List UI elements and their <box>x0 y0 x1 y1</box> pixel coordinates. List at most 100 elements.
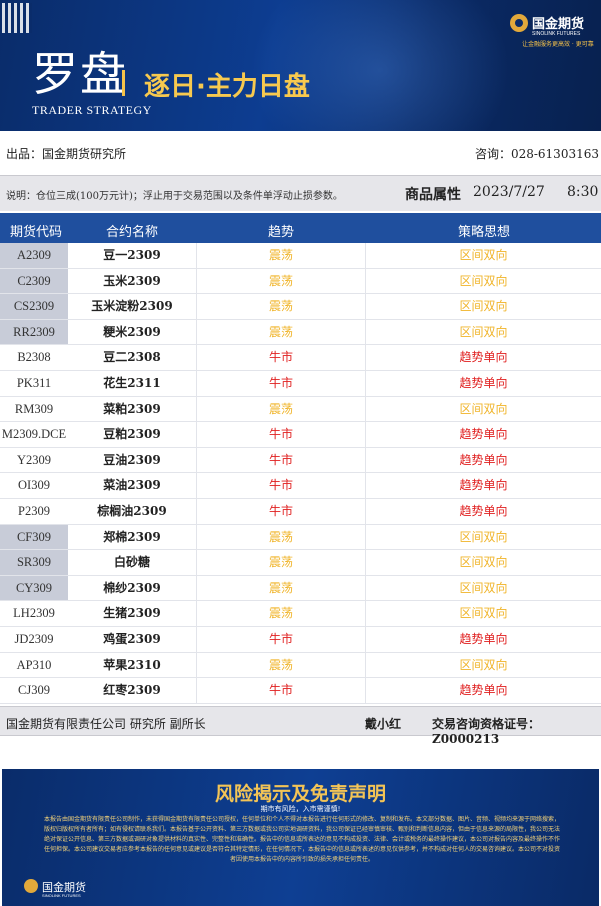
report-date: 2023/7/27 <box>473 184 545 200</box>
futures-code: JD2309 <box>0 627 68 652</box>
trend-value: 牛市 <box>196 473 366 498</box>
trend-value: 震荡 <box>196 550 366 575</box>
table-row: CY309 棉纱2309 震荡 区间双向 <box>0 575 601 602</box>
futures-code: SR309 <box>0 550 68 575</box>
strategy-value: 区间双向 <box>459 248 508 262</box>
trend-value: 牛市 <box>196 422 366 447</box>
futures-code: C2309 <box>0 268 68 294</box>
contract-name: 豆二2308 <box>103 350 161 365</box>
note-row: 说明：仓位三成(100万元计)；浮止用于交易范围以及条件单浮动止损参数。 商品属… <box>0 175 601 211</box>
strategy-value: 区间双向 <box>459 529 508 544</box>
contract-name: 豆油2309 <box>103 452 161 467</box>
trend-value: 牛市 <box>196 627 366 652</box>
table-row: LH2309 生猪2309 震荡 区间双向 <box>0 601 601 627</box>
futures-code: CY309 <box>0 575 68 601</box>
trend-value: 牛市 <box>196 678 366 703</box>
trend-value: 震荡 <box>196 268 366 294</box>
futures-code: CJ309 <box>0 678 68 703</box>
futures-code: RR2309 <box>0 319 68 345</box>
table-row: OI309 菜油2309 牛市 趋势单向 <box>0 473 601 499</box>
contract-name: 菜油2309 <box>103 478 161 493</box>
contract-name: 棉纱2309 <box>103 580 161 595</box>
disclaimer-subtitle: 期市有风险，入市需谨慎! <box>260 805 341 813</box>
table-footer: 国金期货有限责任公司 研究所 副所长 戴小红 交易咨询资格证号：Z0000213 <box>0 706 601 746</box>
publisher-label: 出品：国金期货研究所 <box>6 147 127 161</box>
brand-name-en: SINOLINK FUTURES <box>532 31 581 37</box>
strategy-value: 区间双向 <box>459 299 508 314</box>
contract-name: 菜粕2309 <box>103 401 161 416</box>
strategy-value: 区间双向 <box>459 401 508 416</box>
contract-name: 郑棉2309 <box>103 529 161 544</box>
disclaimer-logo-icon <box>24 879 38 893</box>
contract-name: 生猪2309 <box>103 606 161 621</box>
contract-name: 红枣2309 <box>103 683 161 698</box>
col-trend-header: 趋势 <box>268 225 295 240</box>
table-row: RM309 菜粕2309 震荡 区间双向 <box>0 396 601 423</box>
attribute-label: 商品属性 <box>405 187 461 203</box>
strategy-value: 趋势单向 <box>459 504 508 518</box>
qr-code <box>2 3 32 33</box>
col-name-header: 合约名称 <box>106 225 159 240</box>
disclaimer-panel: 风险揭示及免责声明 期市有风险，入市需谨慎! 本报告由国金期货有限责任公司制作，… <box>2 769 599 906</box>
futures-code: AP310 <box>0 652 68 678</box>
strategy-value: 区间双向 <box>459 606 508 621</box>
table-row: B2308 豆二2308 牛市 趋势单向 <box>0 345 601 371</box>
strategy-value: 区间双向 <box>459 555 508 570</box>
trend-value: 震荡 <box>196 396 366 422</box>
contract-name: 粳米2309 <box>103 324 161 339</box>
analyst-name: 戴小红 <box>365 717 402 731</box>
report-subtitle: 逐日·主力日盘 <box>144 72 310 102</box>
contract-name: 鸡蛋2309 <box>103 632 161 646</box>
strategy-value: 趋势单向 <box>459 376 508 390</box>
table-row: Y2309 豆油2309 牛市 趋势单向 <box>0 447 601 474</box>
contract-name: 豆粕2309 <box>103 427 161 442</box>
col-strategy-header: 策略思想 <box>458 225 511 240</box>
report-title: 罗盘 <box>32 47 128 101</box>
contract-name: 白砂糖 <box>113 555 150 570</box>
trend-value: 震荡 <box>196 652 366 678</box>
futures-code: RM309 <box>0 396 68 422</box>
contract-name: 豆一2309 <box>103 248 161 262</box>
trend-value: 震荡 <box>196 575 366 601</box>
contract-name: 玉米淀粉2309 <box>91 299 173 314</box>
table-row: A2309 豆一2309 震荡 区间双向 <box>0 243 601 269</box>
contract-name: 花生2311 <box>103 376 161 390</box>
strategy-value: 趋势单向 <box>459 632 508 646</box>
brand-logo-icon <box>510 14 528 32</box>
trend-value: 震荡 <box>196 524 366 550</box>
note-text: 说明：仓位三成(100万元计)；浮止用于交易范围以及条件单浮动止损参数。 <box>6 191 343 202</box>
strategy-value: 区间双向 <box>459 657 508 672</box>
futures-code: P2309 <box>0 499 68 524</box>
disclaimer-logo-name-en: SINOLINK FUTURES <box>42 893 81 898</box>
header-banner: 罗盘 逐日·主力日盘 TRADER STRATEGY 国金期货 SINOLINK… <box>0 0 601 131</box>
brand-name: 国金期货 <box>532 17 585 32</box>
disclaimer-body: 本报告由国金期货有限责任公司制作，未获得国金期货有限责任公司授权，任何单位和个人… <box>43 816 560 863</box>
strategy-value: 趋势单向 <box>459 683 508 698</box>
futures-code: M2309.DCE <box>0 422 68 447</box>
strategy-value: 趋势单向 <box>459 350 508 365</box>
strategy-value: 区间双向 <box>459 580 508 595</box>
trend-value: 震荡 <box>196 243 366 268</box>
futures-code: CF309 <box>0 524 68 550</box>
table-row: C2309 玉米2309 震荡 区间双向 <box>0 268 601 295</box>
futures-code: A2309 <box>0 243 68 268</box>
col-code-header: 期货代码 <box>10 225 63 240</box>
strategy-value: 趋势单向 <box>459 478 508 493</box>
trend-value: 牛市 <box>196 499 366 524</box>
table-row: SR309 白砂糖 震荡 区间双向 <box>0 550 601 576</box>
table-row: PK311 花生2311 牛市 趋势单向 <box>0 371 601 397</box>
trend-value: 震荡 <box>196 294 366 319</box>
report-time: 8:30 <box>567 184 599 200</box>
futures-code: OI309 <box>0 473 68 498</box>
trend-value: 震荡 <box>196 601 366 626</box>
table-row: P2309 棕榈油2309 牛市 趋势单向 <box>0 499 601 525</box>
table-row: CJ309 红枣2309 牛市 趋势单向 <box>0 678 601 704</box>
table-row: CS2309 玉米淀粉2309 震荡 区间双向 <box>0 294 601 320</box>
trend-value: 牛市 <box>196 371 366 396</box>
company-info: 国金期货有限责任公司 研究所 副所长 <box>6 717 206 731</box>
contract-name: 玉米2309 <box>103 273 161 288</box>
trend-value: 牛市 <box>196 447 366 473</box>
trend-value: 震荡 <box>196 319 366 345</box>
futures-code: LH2309 <box>0 601 68 626</box>
disclaimer-title: 风险揭示及免责声明 <box>214 783 386 805</box>
